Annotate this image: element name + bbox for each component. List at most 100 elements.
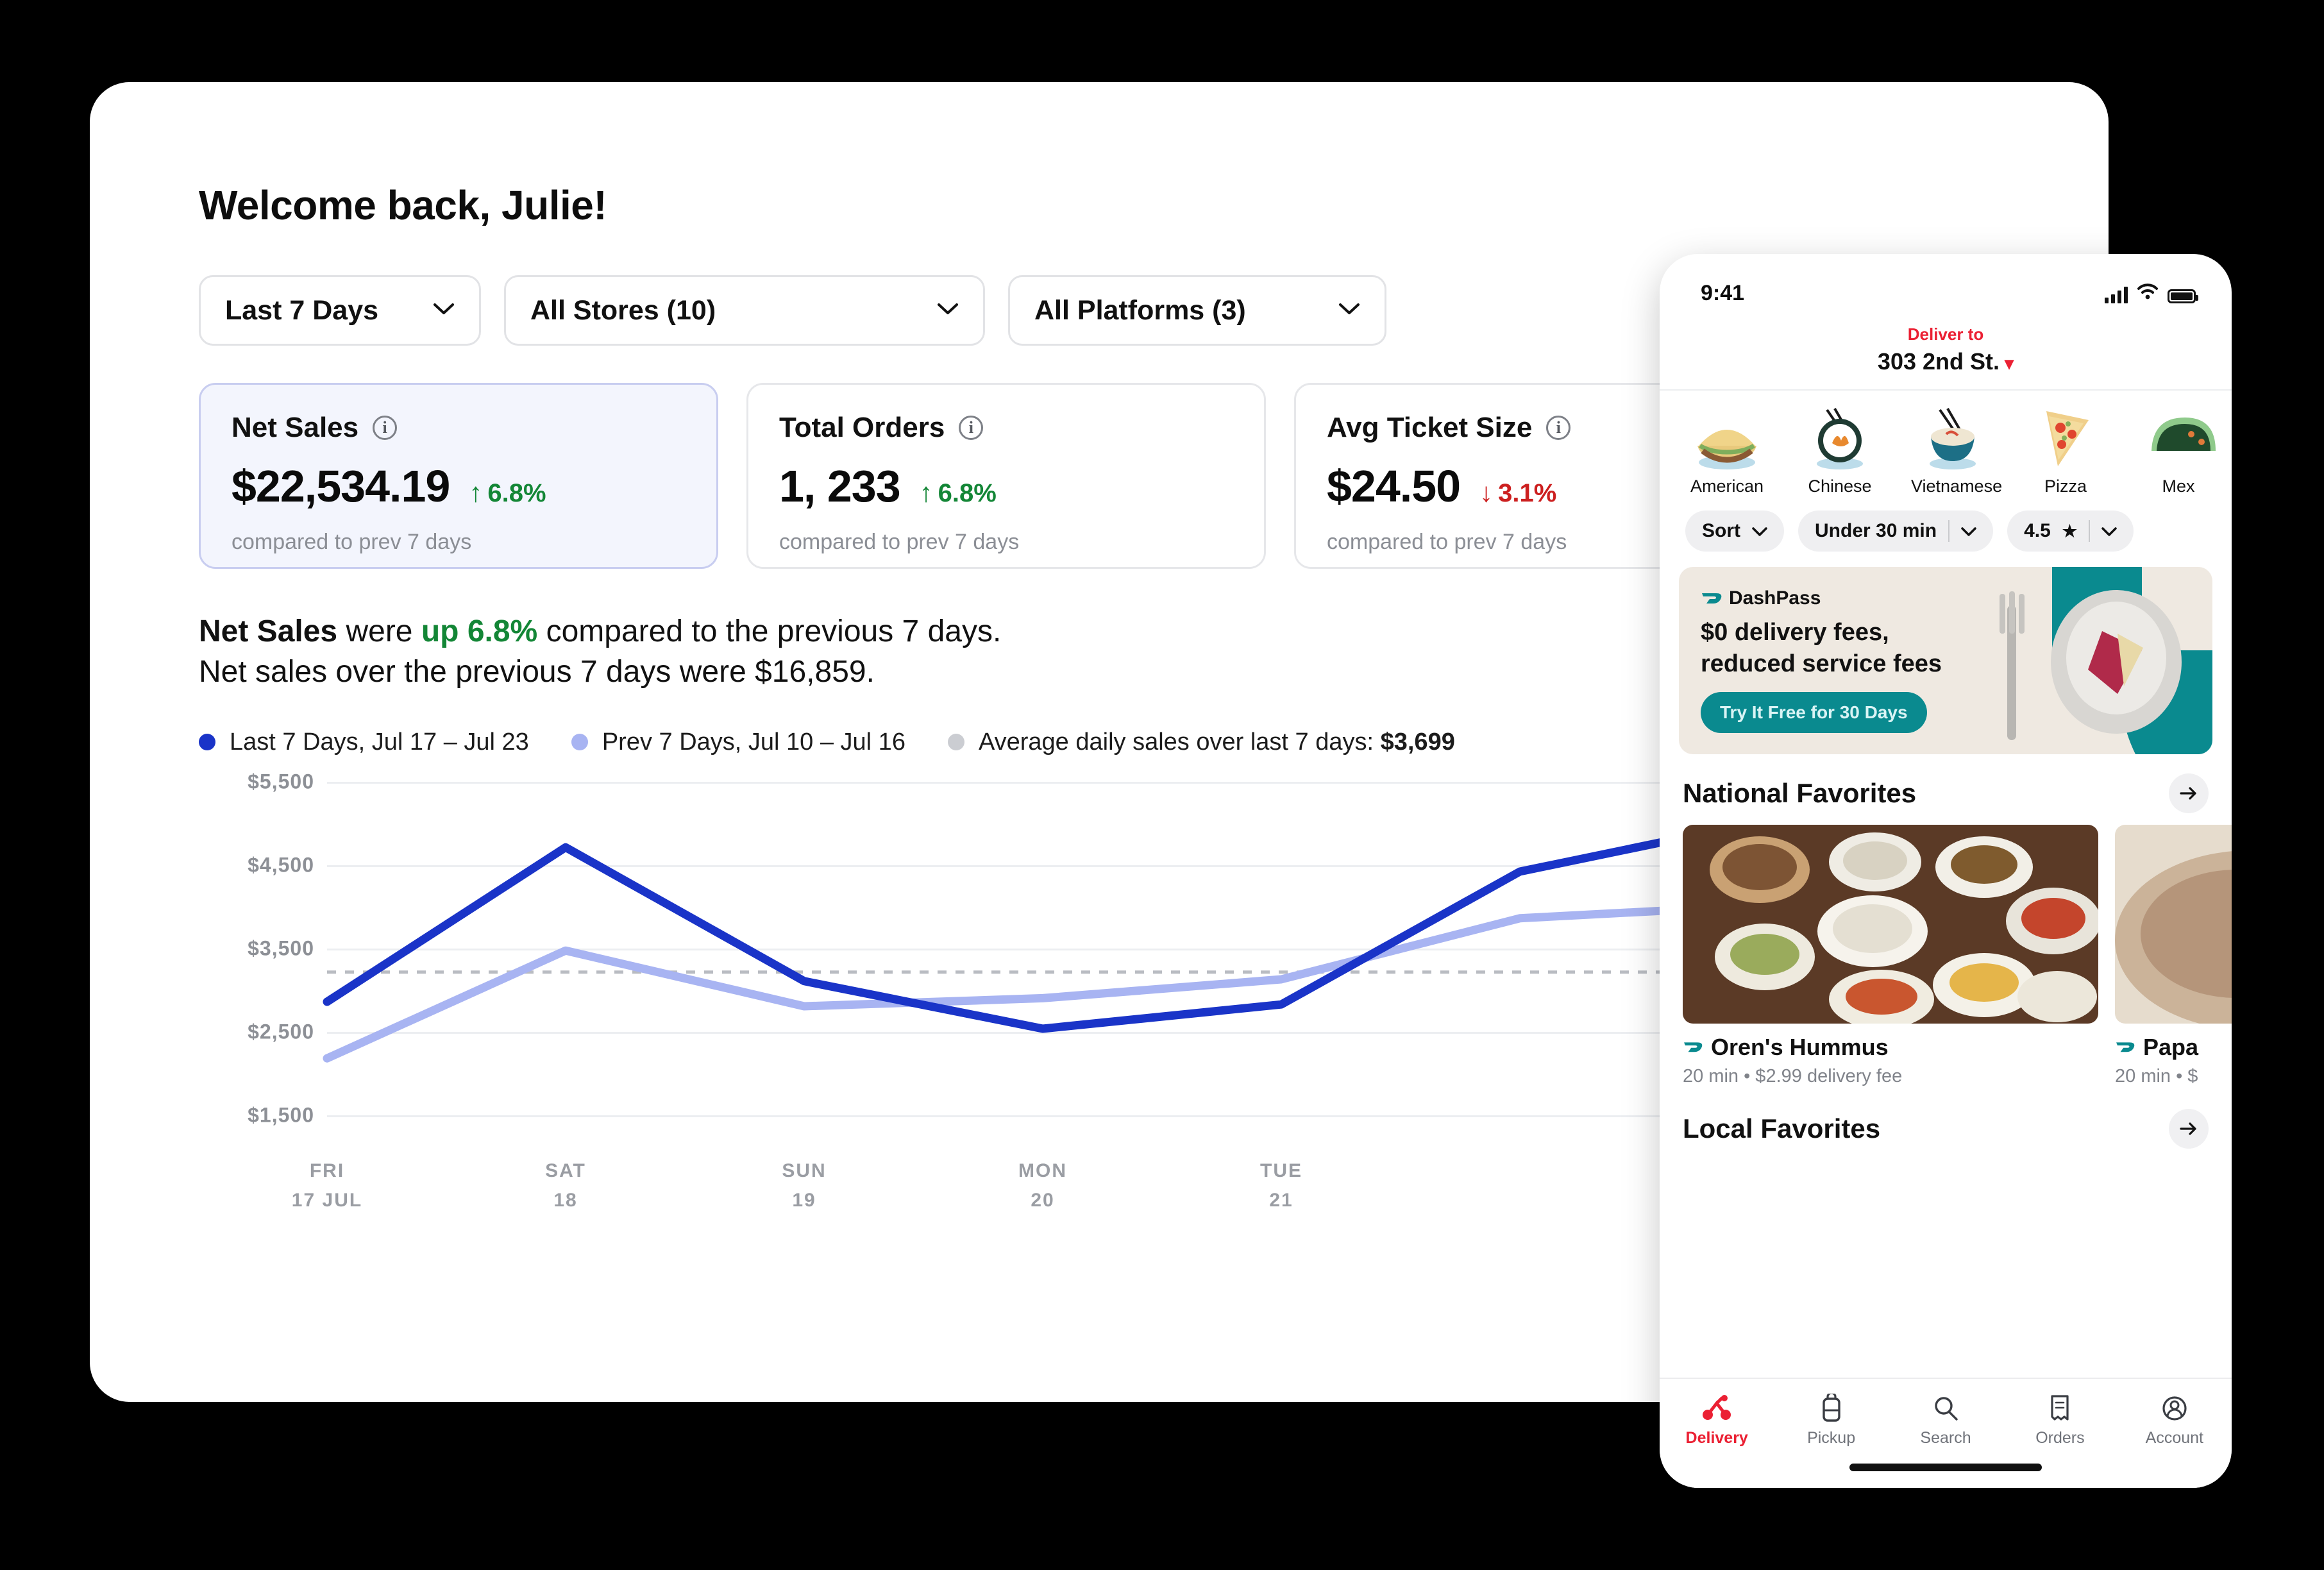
chart-lines xyxy=(323,818,1763,1063)
legend-label: Prev 7 Days, Jul 10 – Jul 16 xyxy=(602,728,905,755)
arrow-up-icon: ↑ xyxy=(469,477,483,507)
consumer-app-phone-mockup: 9:41 Deliver to 303 2nd St. ▾ American C… xyxy=(1660,254,2232,1488)
tab-search[interactable]: Search xyxy=(1889,1390,2003,1448)
legend-item-previous[interactable]: Prev 7 Days, Jul 10 – Jul 16 xyxy=(571,729,905,756)
filter-date-range[interactable]: Last 7 Days xyxy=(199,275,481,346)
tab-account[interactable]: Account xyxy=(2118,1390,2232,1448)
see-all-arrow-icon[interactable] xyxy=(2169,1109,2209,1149)
dashpass-promo-banner[interactable]: DashPass $0 delivery fees, reduced servi… xyxy=(1679,567,2212,754)
star-icon: ★ xyxy=(2062,521,2078,541)
restaurant-card[interactable]: Papa 20 min • $ xyxy=(2115,825,2232,1087)
category-pizza[interactable]: Pizza xyxy=(2024,406,2107,496)
legend-label-text: Average daily sales over last 7 days: xyxy=(978,728,1381,755)
tab-label: Account xyxy=(2145,1429,2203,1447)
dashpass-cta-button[interactable]: Try It Free for 30 Days xyxy=(1701,692,1927,734)
rating-chip-label: 4.5 xyxy=(2024,520,2051,541)
kpi-delta-value: 3.1% xyxy=(1498,479,1557,507)
legend-dot-icon xyxy=(199,734,215,751)
rating-chip[interactable]: 4.5 ★ xyxy=(2007,511,2134,552)
x-tick-date: 21 xyxy=(1269,1189,1293,1211)
dashpass-badge-icon xyxy=(2115,1038,2135,1058)
page-title: Welcome back, Julie! xyxy=(199,182,607,228)
sort-chip[interactable]: Sort xyxy=(1685,511,1784,552)
x-tick-day: TUE xyxy=(1260,1160,1302,1181)
summary-tail: compared to the previous 7 days. xyxy=(537,614,1002,648)
filter-date-range-label: Last 7 Days xyxy=(225,294,379,326)
legend-dot-icon xyxy=(571,734,588,751)
chevron-down-icon xyxy=(1961,520,1976,542)
search-icon xyxy=(1889,1390,2003,1426)
y-tick: $5,500 xyxy=(248,770,314,793)
dashpass-headline-line2: reduced service fees xyxy=(1701,650,1942,677)
x-tick-day: FRI xyxy=(309,1160,345,1181)
filter-chip-row: Sort Under 30 min 4.5 ★ xyxy=(1660,496,2232,552)
deliver-to-header[interactable]: Deliver to 303 2nd St. ▾ xyxy=(1660,316,2232,391)
tab-delivery[interactable]: Delivery xyxy=(1660,1390,1774,1448)
legend-label: Last 7 Days, Jul 17 – Jul 23 xyxy=(230,728,529,755)
restaurant-card[interactable]: Oren's Hummus 20 min • $2.99 delivery fe… xyxy=(1683,825,2098,1087)
tab-orders[interactable]: Orders xyxy=(2003,1390,2117,1448)
section-title: National Favorites xyxy=(1683,778,1917,808)
national-favorites-carousel[interactable]: Oren's Hummus 20 min • $2.99 delivery fe… xyxy=(1660,825,2232,1087)
x-tick: FRI 17 JUL xyxy=(292,1160,362,1211)
category-vietnamese[interactable]: Vietnamese xyxy=(1911,406,2002,496)
tab-label: Orders xyxy=(2035,1429,2085,1447)
kpi-card-total-orders[interactable]: Total Orders i 1, 233 ↑ 6.8% compared to … xyxy=(746,383,1266,569)
info-icon[interactable]: i xyxy=(1546,416,1571,440)
tab-pickup[interactable]: Pickup xyxy=(1774,1390,1888,1448)
category-mexican[interactable]: Mex xyxy=(2137,406,2220,496)
series-previous-7-days xyxy=(323,901,1763,1063)
arrow-down-icon: ↓ xyxy=(1479,477,1494,507)
deliver-address: 303 2nd St. ▾ xyxy=(1877,348,2014,375)
bottom-tab-bar: Delivery Pickup Search Orders Account xyxy=(1660,1378,2232,1488)
legend-label: Average daily sales over last 7 days: $3… xyxy=(979,729,1455,756)
restaurant-name: Papa xyxy=(2143,1034,2199,1060)
delivery-time-chip[interactable]: Under 30 min xyxy=(1798,511,1994,552)
filter-platforms[interactable]: All Platforms (3) xyxy=(1008,275,1386,346)
x-tick-day: SAT xyxy=(545,1160,586,1181)
cuisine-category-row[interactable]: American Chinese Vietnamese Pizza Mex xyxy=(1660,391,2232,496)
filter-platforms-label: All Platforms (3) xyxy=(1034,294,1246,326)
see-all-arrow-icon[interactable] xyxy=(2169,773,2209,813)
kpi-delta-value: 6.8% xyxy=(938,479,997,507)
chip-divider xyxy=(1948,520,1950,542)
kpi-delta: ↓ 3.1% xyxy=(1479,477,1556,508)
pizza-slice-icon xyxy=(2027,406,2104,471)
phone-status-bar: 9:41 xyxy=(1660,254,2232,316)
kpi-label: Avg Ticket Size xyxy=(1327,412,1533,443)
summary-metric: Net Sales xyxy=(199,614,338,648)
chevron-down-icon xyxy=(2101,520,2117,542)
kpi-subtext: compared to prev 7 days xyxy=(779,530,1020,554)
section-title: Local Favorites xyxy=(1683,1113,1881,1144)
category-label: American xyxy=(1690,477,1764,496)
tab-label: Pickup xyxy=(1807,1429,1856,1447)
rice-bowl-icon xyxy=(1914,406,1991,471)
y-tick: $2,500 xyxy=(248,1020,314,1043)
chevron-down-icon: ▾ xyxy=(2005,353,2014,373)
info-icon[interactable]: i xyxy=(373,416,398,440)
restaurant-meta: 20 min • $2.99 delivery fee xyxy=(1683,1066,1903,1086)
filter-stores-label: All Stores (10) xyxy=(530,294,716,326)
info-icon[interactable]: i xyxy=(959,416,984,440)
kpi-delta-value: 6.8% xyxy=(487,479,546,507)
tab-label: Delivery xyxy=(1685,1429,1748,1447)
kpi-subtext: compared to prev 7 days xyxy=(232,530,472,554)
battery-icon xyxy=(2168,289,2198,303)
dashpass-badge-icon xyxy=(1683,1038,1703,1058)
summary-were: were xyxy=(337,614,421,648)
filter-stores[interactable]: All Stores (10) xyxy=(504,275,985,346)
restaurant-photo xyxy=(2115,825,2232,1024)
legend-item-average[interactable]: Average daily sales over last 7 days: $3… xyxy=(947,729,1455,756)
legend-item-current[interactable]: Last 7 Days, Jul 17 – Jul 23 xyxy=(199,729,529,756)
kpi-label: Net Sales xyxy=(232,412,359,443)
category-american[interactable]: American xyxy=(1685,406,1769,496)
kpi-label: Total Orders xyxy=(779,412,945,443)
category-chinese[interactable]: Chinese xyxy=(1798,406,1882,496)
kpi-card-net-sales[interactable]: Net Sales i $22,534.19 ↑ 6.8% compared to… xyxy=(199,383,718,569)
wifi-icon xyxy=(2137,283,2159,303)
restaurant-name: Oren's Hummus xyxy=(1711,1034,1889,1060)
restaurant-photo xyxy=(1683,825,2098,1024)
plot-area xyxy=(323,781,1763,1141)
category-label: Pizza xyxy=(2044,477,2087,496)
x-axis: FRI 17 JUL SAT 18 SUN 19 MON 20 TUE 21 xyxy=(292,1160,1757,1231)
